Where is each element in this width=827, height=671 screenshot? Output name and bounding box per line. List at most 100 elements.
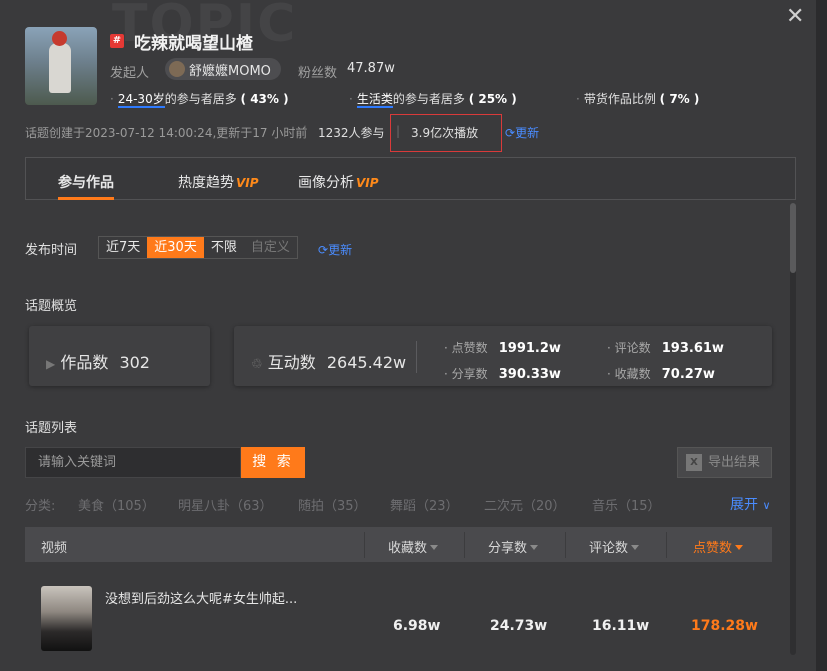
stat-category: · 生活类的参与者居多 ( 25% ): [349, 92, 517, 108]
topic-hash-icon: #: [110, 34, 124, 48]
stat-commerce: · 带货作品比例 ( 7% ): [576, 92, 700, 106]
collects-stat: · 收藏数 70.27w: [607, 363, 715, 382]
active-tab-underline: [58, 197, 114, 200]
stat-commerce-pct: ( 7% ): [659, 92, 700, 106]
search-input[interactable]: 请输入关键词: [25, 447, 241, 478]
scrollbar-thumb[interactable]: [790, 203, 796, 273]
category-item[interactable]: 明星八卦（63）: [178, 495, 273, 514]
tab-works[interactable]: 参与作品: [58, 172, 114, 192]
works-stat: ▶ 作品数 302: [46, 349, 150, 373]
column-comments[interactable]: 评论数: [589, 537, 640, 556]
category-item[interactable]: 二次元（20）: [484, 495, 566, 514]
stat-age-pct: ( 43% ): [240, 92, 289, 106]
time-option-7d[interactable]: 近7天: [99, 237, 147, 258]
interaction-label: 互动数: [267, 353, 316, 372]
comments-label: · 评论数: [607, 341, 651, 355]
tab-bar: [25, 157, 796, 200]
export-button[interactable]: X 导出结果: [677, 447, 772, 478]
search-button[interactable]: 搜 索: [241, 447, 305, 478]
refresh-icon: ⟳: [505, 126, 516, 140]
shares-label: · 分享数: [444, 367, 488, 381]
video-camera-icon: ▶: [46, 357, 56, 371]
column-shares[interactable]: 分享数: [488, 537, 539, 556]
stat-category-text: 的参与者居多: [392, 92, 465, 106]
recycle-icon: ♲: [251, 357, 263, 372]
comments-stat: · 评论数 193.61w: [607, 337, 724, 356]
topic-title: 吃辣就喝望山楂: [134, 34, 253, 54]
interaction-stat: ♲ 互动数 2645.42w: [251, 349, 406, 373]
stat-age: · 24-30岁的参与者居多 ( 43% ): [110, 92, 289, 108]
initiator-chip[interactable]: 舒嬷嬷MOMO: [165, 58, 281, 80]
interaction-value: 2645.42w: [326, 353, 407, 372]
column-separator: [666, 532, 667, 558]
sort-icon: [530, 545, 539, 550]
works-value: 302: [119, 353, 150, 372]
refresh-icon: ⟳: [318, 243, 329, 257]
fans-value: 47.87w: [347, 61, 395, 76]
shares-value: 390.33w: [498, 367, 561, 382]
time-range-selector: 近7天 近30天 不限 自定义: [98, 236, 298, 259]
video-thumbnail[interactable]: [41, 586, 92, 651]
topic-cover-image: [25, 27, 97, 105]
topic-created-info: 话题创建于2023-07-12 14:00:24,更新于17 小时前: [25, 126, 308, 140]
category-item[interactable]: 美食（105）: [78, 495, 155, 514]
likes-label: · 点赞数: [444, 341, 488, 355]
overview-title: 话题概览: [25, 299, 78, 314]
column-separator: [565, 532, 566, 558]
row-comments: 16.11w: [592, 618, 650, 634]
time-option-30d[interactable]: 近30天: [147, 237, 204, 258]
time-option-all[interactable]: 不限: [204, 237, 244, 258]
category-label: 分类:: [25, 499, 56, 514]
fans-label: 粉丝数: [298, 66, 338, 81]
column-collects[interactable]: 收藏数: [388, 537, 439, 556]
scrollbar[interactable]: [790, 203, 796, 655]
vip-badge: VIP: [356, 176, 379, 190]
sort-icon: [631, 545, 640, 550]
info-divider: |: [303, 124, 308, 138]
shares-stat: · 分享数 390.33w: [444, 363, 561, 382]
column-separator: [364, 532, 365, 558]
expand-categories-button[interactable]: 展开 ∨: [730, 494, 771, 514]
video-title[interactable]: 没想到后劲这么大呢#女生帅起...: [105, 588, 297, 607]
stat-age-highlight: 24-30岁: [117, 92, 165, 108]
likes-stat: · 点赞数 1991.2w: [444, 337, 561, 356]
category-item[interactable]: 舞蹈（23）: [390, 495, 459, 514]
sort-icon: [430, 545, 439, 550]
stat-category-pct: ( 25% ): [468, 92, 517, 106]
row-collects: 6.98w: [393, 618, 441, 634]
publish-time-label: 发布时间: [25, 243, 78, 258]
excel-icon: X: [686, 454, 702, 471]
background-panel-edge: [816, 0, 827, 671]
tab-trend[interactable]: 热度趋势 VIP: [178, 172, 259, 192]
stat-commerce-text: 带货作品比例: [583, 92, 656, 106]
highlight-box: [390, 114, 502, 152]
participants-count: 1232人参与: [318, 126, 385, 140]
works-label: 作品数: [60, 353, 109, 372]
initiator-label: 发起人: [110, 66, 150, 81]
stat-category-highlight: 生活类: [356, 92, 393, 108]
column-video: 视频: [41, 541, 68, 556]
column-separator: [464, 532, 465, 558]
collects-label: · 收藏数: [607, 367, 651, 381]
comments-value: 193.61w: [661, 341, 724, 356]
close-icon[interactable]: ✕: [786, 4, 804, 29]
likes-value: 1991.2w: [498, 341, 561, 356]
category-item[interactable]: 音乐（15）: [592, 495, 661, 514]
sort-icon: [735, 545, 744, 550]
initiator-avatar: [169, 61, 185, 77]
filter-refresh-link[interactable]: ⟳更新: [318, 239, 352, 258]
row-likes: 178.28w: [691, 618, 758, 634]
vip-badge: VIP: [236, 176, 259, 190]
tab-portrait[interactable]: 画像分析 VIP: [298, 172, 379, 192]
column-likes[interactable]: 点赞数: [693, 537, 744, 556]
initiator-name: 舒嬷嬷MOMO: [189, 63, 271, 79]
stat-age-text: 的参与者居多: [164, 92, 237, 106]
collects-value: 70.27w: [661, 367, 715, 382]
chevron-down-icon: ∨: [762, 499, 771, 512]
time-option-custom[interactable]: 自定义: [244, 237, 297, 258]
card-divider: [416, 341, 417, 373]
list-title: 话题列表: [25, 421, 78, 436]
header-refresh-link[interactable]: ⟳更新: [505, 124, 539, 141]
row-shares: 24.73w: [490, 618, 548, 634]
category-item[interactable]: 随拍（35）: [298, 495, 367, 514]
